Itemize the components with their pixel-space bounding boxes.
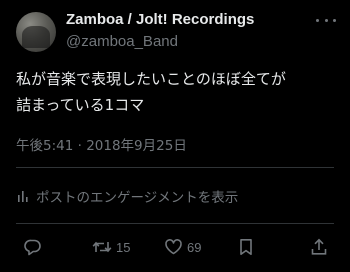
share-button[interactable]: [310, 236, 328, 258]
author-handle[interactable]: @zamboa_Band: [66, 33, 178, 50]
share-icon: [310, 238, 328, 256]
tweet-text-line: 私が音楽で表現したいことのほぼ全てが: [16, 70, 286, 88]
tweet-text: 私が音楽で表現したいことのほぼ全てが 詰まっている1コマ: [16, 66, 338, 118]
view-engagement-label: ポストのエンゲージメントを表示: [36, 190, 239, 206]
retweet-button[interactable]: 15: [92, 236, 130, 258]
action-bar: 15 69: [0, 236, 350, 258]
like-count: 69: [187, 239, 202, 255]
like-icon: [164, 238, 183, 256]
retweet-icon: [92, 238, 112, 256]
tweet-card: Zamboa / Jolt! Recordings @zamboa_Band 私…: [0, 0, 350, 272]
tweet-timestamp[interactable]: 午後5:41 · 2018年9月25日: [16, 134, 187, 154]
tweet-text-line: 詰まっている1コマ: [16, 96, 145, 114]
divider: [16, 167, 334, 168]
reply-icon: [24, 238, 42, 256]
divider: [16, 223, 334, 224]
like-button[interactable]: 69: [164, 236, 201, 258]
author-display-name[interactable]: Zamboa / Jolt! Recordings: [66, 11, 254, 28]
more-icon[interactable]: [316, 14, 336, 26]
view-engagement-link[interactable]: ポストのエンゲージメントを表示: [16, 186, 238, 206]
retweet-count: 15: [116, 239, 131, 255]
analytics-icon: [16, 188, 32, 204]
bookmark-icon: [238, 238, 254, 256]
avatar[interactable]: [16, 12, 56, 52]
reply-button[interactable]: [24, 236, 42, 258]
bookmark-button[interactable]: [238, 236, 254, 258]
